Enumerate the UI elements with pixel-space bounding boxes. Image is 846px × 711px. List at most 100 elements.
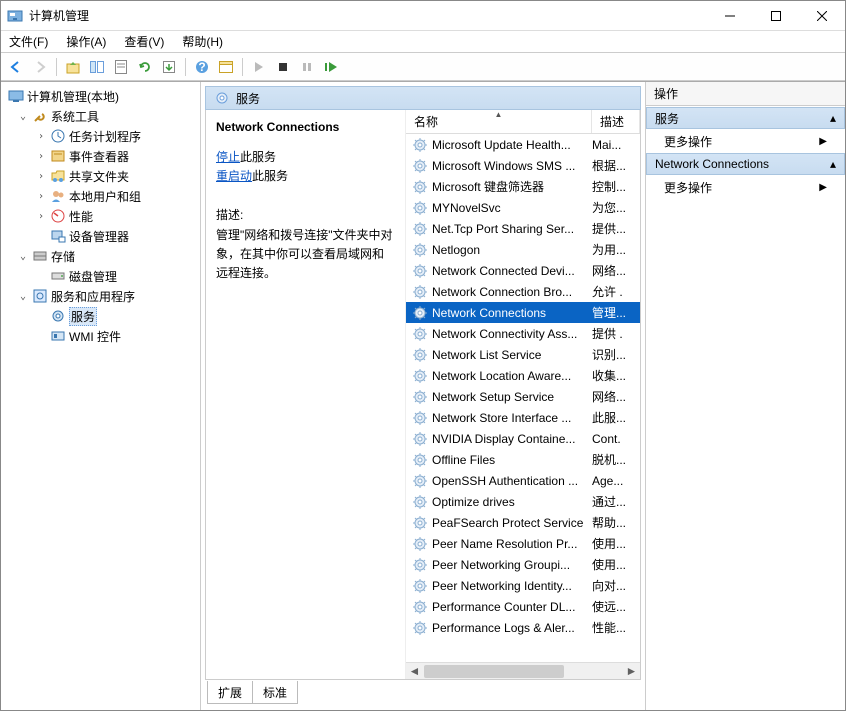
expand-icon[interactable]: ›: [35, 211, 47, 222]
show-hide-tree-button[interactable]: [86, 56, 108, 78]
actions-section-services[interactable]: 服务 ▴: [646, 107, 845, 129]
event-icon: [50, 148, 66, 164]
tree-wmi-control[interactable]: WMI 控件: [1, 326, 200, 346]
tree-event-viewer[interactable]: ›事件查看器: [1, 146, 200, 166]
service-row[interactable]: Network Connectivity Ass...提供 .: [406, 323, 640, 344]
horizontal-scrollbar[interactable]: ◄ ►: [406, 662, 640, 679]
expand-icon[interactable]: ›: [35, 151, 47, 162]
performance-icon: [50, 208, 66, 224]
chevron-right-icon: ▶: [819, 136, 827, 147]
gear-icon: [412, 263, 428, 279]
help-button[interactable]: ?: [191, 56, 213, 78]
menu-view[interactable]: 查看(V): [120, 31, 168, 52]
service-row[interactable]: Peer Name Resolution Pr...使用...: [406, 533, 640, 554]
service-row[interactable]: Network List Service识别...: [406, 344, 640, 365]
service-desc: 向对...: [592, 577, 640, 594]
properties-button[interactable]: [110, 56, 132, 78]
column-description[interactable]: 描述: [592, 110, 640, 133]
up-button[interactable]: [62, 56, 84, 78]
tree-system-tools[interactable]: ⌄ 系统工具: [1, 106, 200, 126]
menu-file[interactable]: 文件(F): [5, 31, 52, 52]
scroll-thumb[interactable]: [424, 665, 564, 678]
tree-task-scheduler[interactable]: ›任务计划程序: [1, 126, 200, 146]
service-row[interactable]: Network Connection Bro...允许 .: [406, 281, 640, 302]
service-name: Peer Name Resolution Pr...: [432, 537, 592, 551]
service-name: OpenSSH Authentication ...: [432, 474, 592, 488]
menu-action[interactable]: 操作(A): [62, 31, 110, 52]
service-desc: 脱机...: [592, 451, 640, 468]
tree-services[interactable]: 服务: [1, 306, 200, 326]
service-name: Microsoft 键盘筛选器: [432, 178, 592, 195]
actions-more-2[interactable]: 更多操作 ▶: [646, 175, 845, 199]
description-label: 描述:: [216, 206, 395, 225]
minimize-button[interactable]: [707, 1, 753, 31]
view-detail-button[interactable]: [215, 56, 237, 78]
service-desc: 为用...: [592, 241, 640, 258]
tree-device-manager[interactable]: 设备管理器: [1, 226, 200, 246]
actions-more-1[interactable]: 更多操作 ▶: [646, 129, 845, 153]
scroll-left-icon[interactable]: ◄: [406, 663, 423, 680]
tab-extended[interactable]: 扩展: [207, 681, 252, 704]
tree-local-users[interactable]: ›本地用户和组: [1, 186, 200, 206]
menu-help[interactable]: 帮助(H): [178, 31, 227, 52]
service-row[interactable]: NVIDIA Display Containe...Cont.: [406, 428, 640, 449]
service-name: Netlogon: [432, 243, 592, 257]
gear-icon: [412, 368, 428, 384]
service-row[interactable]: Performance Logs & Aler...性能...: [406, 617, 640, 638]
service-desc: 允许 .: [592, 283, 640, 300]
service-row[interactable]: Network Store Interface ...此服...: [406, 407, 640, 428]
service-row[interactable]: Microsoft Windows SMS ...根据...: [406, 155, 640, 176]
tab-standard[interactable]: 标准: [252, 681, 298, 704]
back-button[interactable]: [5, 56, 27, 78]
service-row[interactable]: Offline Files脱机...: [406, 449, 640, 470]
service-row[interactable]: Microsoft Update Health...Mai...: [406, 134, 640, 155]
column-name[interactable]: ▲名称: [406, 110, 592, 133]
service-row[interactable]: Peer Networking Groupi...使用...: [406, 554, 640, 575]
collapse-icon[interactable]: ⌄: [17, 291, 29, 302]
tree-performance[interactable]: ›性能: [1, 206, 200, 226]
expand-icon[interactable]: ›: [35, 191, 47, 202]
service-row[interactable]: PeaFSearch Protect Service帮助...: [406, 512, 640, 533]
expand-icon[interactable]: ›: [35, 171, 47, 182]
restart-link[interactable]: 重启动: [216, 169, 252, 183]
service-row[interactable]: Network Location Aware...收集...: [406, 365, 640, 386]
service-row[interactable]: Netlogon为用...: [406, 239, 640, 260]
collapse-icon[interactable]: ⌄: [17, 111, 29, 122]
service-row[interactable]: Network Setup Service网络...: [406, 386, 640, 407]
list-body[interactable]: Microsoft Update Health...Mai...Microsof…: [406, 134, 640, 662]
stop-service-button[interactable]: [272, 56, 294, 78]
tree-disk-management[interactable]: 磁盘管理: [1, 266, 200, 286]
storage-icon: [32, 248, 48, 264]
stop-link[interactable]: 停止: [216, 150, 240, 164]
service-row[interactable]: Microsoft 键盘筛选器控制...: [406, 176, 640, 197]
scroll-right-icon[interactable]: ►: [623, 663, 640, 680]
navigation-tree[interactable]: 计算机管理(本地) ⌄ 系统工具 ›任务计划程序 ›事件查看器 ›共享文件夹 ›…: [1, 82, 201, 710]
refresh-button[interactable]: [134, 56, 156, 78]
service-row[interactable]: Network Connections管理...: [406, 302, 640, 323]
service-row[interactable]: OpenSSH Authentication ...Age...: [406, 470, 640, 491]
maximize-button[interactable]: [753, 1, 799, 31]
service-desc: 使用...: [592, 556, 640, 573]
actions-section-selected[interactable]: Network Connections ▴: [646, 153, 845, 175]
tree-root[interactable]: 计算机管理(本地): [1, 86, 200, 106]
tree-services-apps[interactable]: ⌄服务和应用程序: [1, 286, 200, 306]
service-name: Microsoft Windows SMS ...: [432, 159, 592, 173]
service-row[interactable]: Net.Tcp Port Sharing Ser...提供...: [406, 218, 640, 239]
tree-shared-folders[interactable]: ›共享文件夹: [1, 166, 200, 186]
service-desc: 控制...: [592, 178, 640, 195]
expand-icon[interactable]: ›: [35, 131, 47, 142]
close-button[interactable]: [799, 1, 845, 31]
service-desc: 性能...: [592, 619, 640, 636]
collapse-icon[interactable]: ⌄: [17, 251, 29, 262]
forward-button[interactable]: [29, 56, 51, 78]
service-row[interactable]: Network Connected Devi...网络...: [406, 260, 640, 281]
service-row[interactable]: Optimize drives通过...: [406, 491, 640, 512]
service-row[interactable]: Performance Counter DL...使远...: [406, 596, 640, 617]
start-service-button[interactable]: [248, 56, 270, 78]
tree-storage[interactable]: ⌄存储: [1, 246, 200, 266]
pause-service-button[interactable]: [296, 56, 318, 78]
service-row[interactable]: MYNovelSvc为您...: [406, 197, 640, 218]
restart-service-button[interactable]: [320, 56, 342, 78]
service-row[interactable]: Peer Networking Identity...向对...: [406, 575, 640, 596]
export-button[interactable]: [158, 56, 180, 78]
